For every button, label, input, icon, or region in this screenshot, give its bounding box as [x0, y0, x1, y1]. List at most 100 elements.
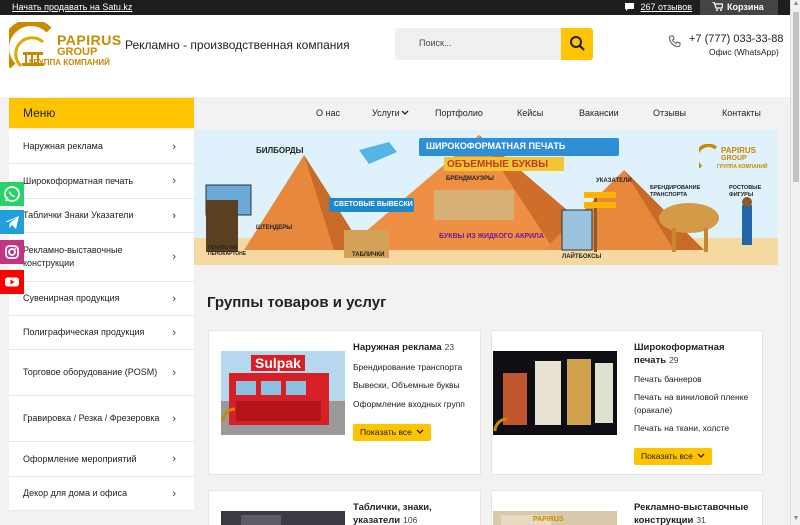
group-card-title-text-2: печать: [634, 355, 667, 366]
nav-vacancies[interactable]: Вакансии: [579, 108, 619, 118]
nav-services[interactable]: Услуги: [372, 108, 409, 118]
group-card-image[interactable]: Sulpak: [221, 351, 345, 435]
group-card-title-text-1: Широкоформатная: [634, 342, 725, 353]
show-all-button[interactable]: Показать все: [353, 424, 431, 441]
group-card-count: 31: [696, 515, 706, 525]
scroll-up-arrow-icon[interactable]: ▲: [792, 0, 800, 10]
banner-label-brandmauers: БРЕНДМАУЭРЫ: [446, 176, 494, 182]
building-sign-text: Sulpak: [251, 355, 305, 371]
sidebar-item-label: Рекламно-выставочные конструкции: [23, 245, 123, 268]
sidebar-item-label: Широкоформатная печать: [23, 175, 134, 186]
group-card-exhibition[interactable]: PAPIRUS Рекламно-выставочные конструкции 3…: [491, 490, 763, 525]
cart-button[interactable]: Корзина: [700, 0, 778, 15]
chevron-right-icon: ›: [172, 326, 176, 339]
subgroup-link[interactable]: Печать на виниловой пленке: [634, 392, 748, 402]
sidebar-item-exhibition[interactable]: Рекламно-выставочные конструкции ›: [9, 233, 194, 282]
reviews-count: 267 отзывов: [640, 2, 693, 12]
cart-icon: [712, 1, 724, 11]
search-button[interactable]: [561, 28, 593, 60]
nav-contacts[interactable]: Контакты: [722, 108, 761, 118]
reviews-link[interactable]: 267 отзывов: [625, 2, 692, 12]
sidebar-item-posm[interactable]: Торговое оборудование (POSM) ›: [9, 350, 194, 396]
group-card-title[interactable]: Рекламно-выставочные конструкции 31: [634, 501, 759, 525]
sidebar-item-engraving[interactable]: Гравировка / Резка / Фрезеровка ›: [9, 396, 194, 442]
nav-reviews[interactable]: Отзывы: [653, 108, 686, 118]
nav-portfolio[interactable]: Портфолио: [435, 108, 483, 118]
hero-banner[interactable]: БИЛБОРДЫ ШИРОКОФОРМАТНАЯ ПЕЧАТЬ ОБЪЕМНЫЕ…: [194, 130, 778, 265]
sidebar-item-outdoor[interactable]: Наружная реклама ›: [9, 130, 194, 164]
signs-photo: [221, 511, 345, 525]
sidebar-item-signs[interactable]: Таблички Знаки Указатели ›: [9, 199, 194, 233]
group-card-image[interactable]: [493, 351, 617, 435]
sidebar-item-decor[interactable]: Декор для дома и офиса ›: [9, 477, 194, 511]
chevron-right-icon: ›: [172, 251, 176, 263]
group-card-image[interactable]: [221, 511, 345, 525]
menu-button[interactable]: Меню: [9, 98, 194, 128]
chevron-right-icon: ›: [172, 140, 176, 153]
sidebar-item-events[interactable]: Оформление мероприятий ›: [9, 442, 194, 477]
company-logo[interactable]: PAPIRUS GROUP ГРУППА КОМПАНИЙ: [9, 22, 121, 80]
telegram-icon: [5, 216, 19, 229]
category-sidebar: Наружная реклама › Широкоформатная печать…: [9, 130, 194, 511]
chevron-down-icon: [401, 110, 409, 115]
group-card-title[interactable]: Наружная реклама 23: [353, 341, 454, 354]
instagram-button[interactable]: [0, 240, 24, 264]
nav-services-label: Услуги: [372, 108, 400, 118]
group-card-title[interactable]: Широкоформатная печать 29: [634, 341, 754, 367]
sell-on-satu-link[interactable]: Начать продавать на Satu.kz: [12, 2, 132, 12]
youtube-button[interactable]: [0, 270, 24, 294]
subgroup-link[interactable]: Брендирование транспорта: [353, 362, 462, 372]
chevron-right-icon: ›: [172, 292, 176, 305]
banner-label-print-foamboard: ПЕЧАТЬ НА ПЕНОКАРТОНЕ: [208, 245, 247, 257]
group-card-wideprint[interactable]: Широкоформатная печать 29 Печать баннеров …: [491, 330, 763, 475]
group-card-outdoor[interactable]: Sulpak Наружная реклама 23 Брендирование …: [208, 330, 481, 475]
phone-icon: [669, 35, 681, 47]
sidebar-item-printing[interactable]: Полиграфическая продукция ›: [9, 316, 194, 350]
whatsapp-button[interactable]: [0, 182, 24, 206]
subgroup-link[interactable]: Вывески, Объемные буквы: [353, 380, 460, 390]
search-field[interactable]: Поиск...: [395, 28, 593, 60]
chevron-down-icon: [416, 429, 424, 434]
sidebar-item-wideprint[interactable]: Широкоформатная печать ›: [9, 164, 194, 199]
group-card-title-text: Наружная реклама: [353, 342, 442, 353]
whatsapp-icon: [4, 186, 20, 202]
banner-logo-text-papirus: PAPIRUS: [721, 146, 756, 155]
youtube-icon: [5, 277, 19, 287]
page-scrollbar[interactable]: ▲ ▼: [790, 0, 800, 525]
search-input[interactable]: Поиск...: [419, 38, 451, 48]
group-card-title-text-2: конструкции: [634, 515, 694, 525]
phone-note: Офис (WhatsApp): [709, 47, 779, 57]
scroll-down-arrow-icon[interactable]: ▼: [792, 515, 800, 525]
banner-label-liquid-acrylic: БУКВЫ ИЗ ЖИДКОГО АКРИЛА: [439, 233, 545, 240]
banner-label-billboards: БИЛБОРДЫ: [256, 146, 304, 155]
exhibition-photo-logo: PAPIRUS: [533, 516, 564, 523]
sidebar-item-label: Оформление мероприятий: [23, 453, 137, 464]
search-icon: [570, 36, 585, 51]
scroll-thumb[interactable]: [793, 12, 799, 182]
subgroup-link[interactable]: Оформление входных групп: [353, 399, 465, 409]
nav-about[interactable]: О нас: [316, 108, 340, 118]
banner-logo-text-group: GROUP: [721, 155, 747, 162]
telegram-button[interactable]: [0, 210, 24, 234]
banner-label-light-signs: СВЕТОВЫЕ ВЫВЕСКИ: [334, 201, 413, 208]
subgroup-link-cont[interactable]: (оракале): [634, 405, 672, 415]
group-card-title-text-2: указатели: [353, 515, 401, 525]
show-all-button[interactable]: Показать все: [634, 448, 712, 465]
chevron-right-icon: ›: [172, 175, 176, 187]
subgroup-link[interactable]: Печать баннеров: [634, 374, 702, 384]
group-card-signs[interactable]: Таблички, знаки, указатели 106: [208, 490, 481, 525]
phone-number[interactable]: +7 (777) 033-33-88: [689, 33, 783, 45]
logo-text-group: GROUP: [57, 46, 98, 58]
banner-label-branding-transport: БРЕНДИРОВАНИЕ ТРАНСПОРТА: [650, 185, 701, 198]
subgroup-link[interactable]: Печать на ткани, холсте: [634, 423, 729, 433]
logo-text-subtitle: ГРУППА КОМПАНИЙ: [29, 58, 110, 67]
sidebar-item-souvenirs[interactable]: Сувенирная продукция ›: [9, 282, 194, 316]
groups-title: Группы товаров и услуг: [207, 294, 387, 311]
logo-text-papirus: PAPIRUS: [57, 32, 122, 48]
group-card-image[interactable]: PAPIRUS: [493, 511, 617, 525]
chat-icon: [625, 3, 634, 11]
group-card-title[interactable]: Таблички, знаки, указатели 106: [353, 501, 473, 525]
logo-emblem-icon: [699, 144, 718, 168]
nav-cases[interactable]: Кейсы: [517, 108, 543, 118]
company-tagline: Рекламно - производственная компания: [125, 38, 350, 52]
